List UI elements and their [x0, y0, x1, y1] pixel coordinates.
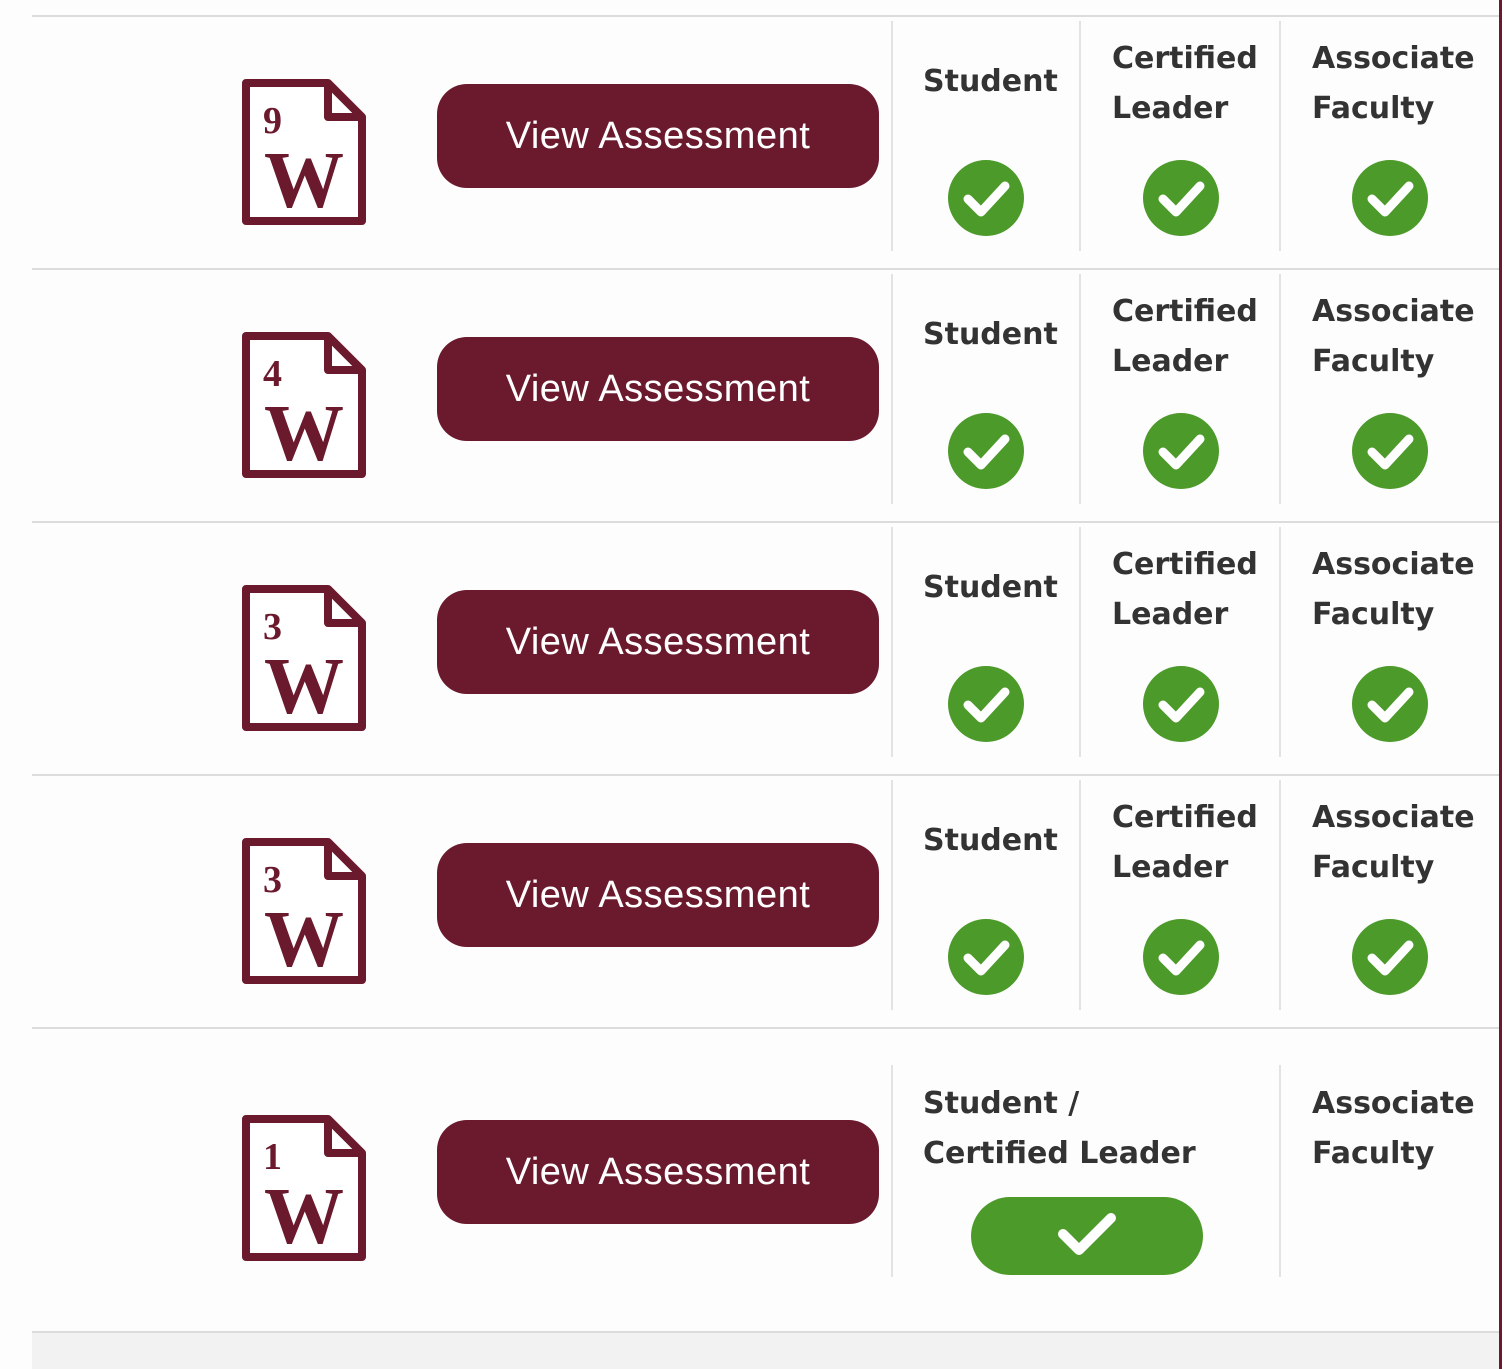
document-number: 3	[263, 859, 282, 901]
column-divider	[1279, 527, 1281, 757]
column-label-certified-leader: Certified Leader	[1112, 547, 1258, 632]
view-assessment-button[interactable]: View Assessment	[437, 337, 879, 441]
column-label-student: Student	[923, 64, 1058, 99]
document-number: 4	[263, 353, 282, 395]
column-label-certified-leader: Certified Leader	[1112, 800, 1258, 885]
column-divider	[1279, 780, 1281, 1010]
view-assessment-button[interactable]: View Assessment	[437, 1120, 879, 1224]
check-circle-icon	[1143, 919, 1219, 995]
column-divider	[1079, 21, 1081, 251]
check-circle-icon	[1352, 666, 1428, 742]
check-circle-icon	[948, 160, 1024, 236]
assessment-row: 3 W View Assessment Student Certified Lead…	[0, 776, 1499, 1027]
check-icon	[1058, 1212, 1116, 1255]
column-divider	[891, 21, 893, 251]
column-label-student: Student	[923, 823, 1058, 858]
combined-complete-button[interactable]	[971, 1197, 1203, 1275]
check-circle-icon	[1143, 666, 1219, 742]
check-circle-icon	[1143, 160, 1219, 236]
document-letter: W	[264, 896, 344, 984]
document-letter: W	[264, 643, 344, 731]
word-document-icon[interactable]: 4 W	[240, 332, 368, 480]
column-label-student-certified-leader: Student / Certified Leader	[923, 1086, 1196, 1171]
column-label-associate-faculty: Associate Faculty	[1312, 547, 1475, 632]
column-divider	[1079, 780, 1081, 1010]
column-label-associate-faculty: Associate Faculty	[1312, 41, 1475, 126]
column-label-certified-leader: Certified Leader	[1112, 294, 1258, 379]
assessment-row: 4 W View Assessment Student Certified Lead…	[0, 270, 1499, 521]
column-divider	[1279, 21, 1281, 251]
view-assessment-button[interactable]: View Assessment	[437, 84, 879, 188]
check-circle-icon	[1143, 413, 1219, 489]
document-number: 9	[263, 100, 282, 142]
view-assessment-button[interactable]: View Assessment	[437, 590, 879, 694]
word-document-icon[interactable]: 3 W	[240, 585, 368, 733]
check-circle-icon	[1352, 919, 1428, 995]
assessment-row: 3 W View Assessment Student Certified Lead…	[0, 523, 1499, 774]
check-circle-icon	[1352, 413, 1428, 489]
word-document-icon[interactable]: 9 W	[240, 79, 368, 227]
assessment-panel: 9 W View Assessment Student Certified Lead…	[0, 0, 1502, 1369]
check-circle-icon	[948, 919, 1024, 995]
assessment-row: 9 W View Assessment Student Certified Lead…	[0, 17, 1499, 268]
column-divider	[1279, 274, 1281, 504]
document-letter: W	[264, 137, 344, 225]
column-divider	[1079, 274, 1081, 504]
column-divider	[891, 1065, 893, 1277]
word-document-icon[interactable]: 3 W	[240, 838, 368, 986]
column-label-associate-faculty: Associate Faculty	[1312, 800, 1475, 885]
column-label-associate-faculty: Associate Faculty	[1312, 1086, 1475, 1171]
document-letter: W	[264, 1173, 344, 1261]
check-circle-icon	[948, 413, 1024, 489]
column-divider	[891, 527, 893, 757]
check-circle-icon	[948, 666, 1024, 742]
word-document-icon[interactable]: 1 W	[240, 1115, 368, 1263]
document-number: 3	[263, 606, 282, 648]
view-assessment-button[interactable]: View Assessment	[437, 843, 879, 947]
column-label-certified-leader: Certified Leader	[1112, 41, 1258, 126]
column-label-student: Student	[923, 570, 1058, 605]
column-divider	[1279, 1065, 1281, 1277]
column-label-associate-faculty: Associate Faculty	[1312, 294, 1475, 379]
column-label-student: Student	[923, 317, 1058, 352]
document-number: 1	[263, 1136, 282, 1178]
assessment-row: 1 W View Assessment Student / Certified …	[0, 1029, 1499, 1331]
check-circle-icon	[1352, 160, 1428, 236]
column-divider	[891, 780, 893, 1010]
column-divider	[1079, 527, 1081, 757]
document-letter: W	[264, 390, 344, 478]
footer-strip	[32, 1333, 1499, 1369]
column-divider	[891, 274, 893, 504]
